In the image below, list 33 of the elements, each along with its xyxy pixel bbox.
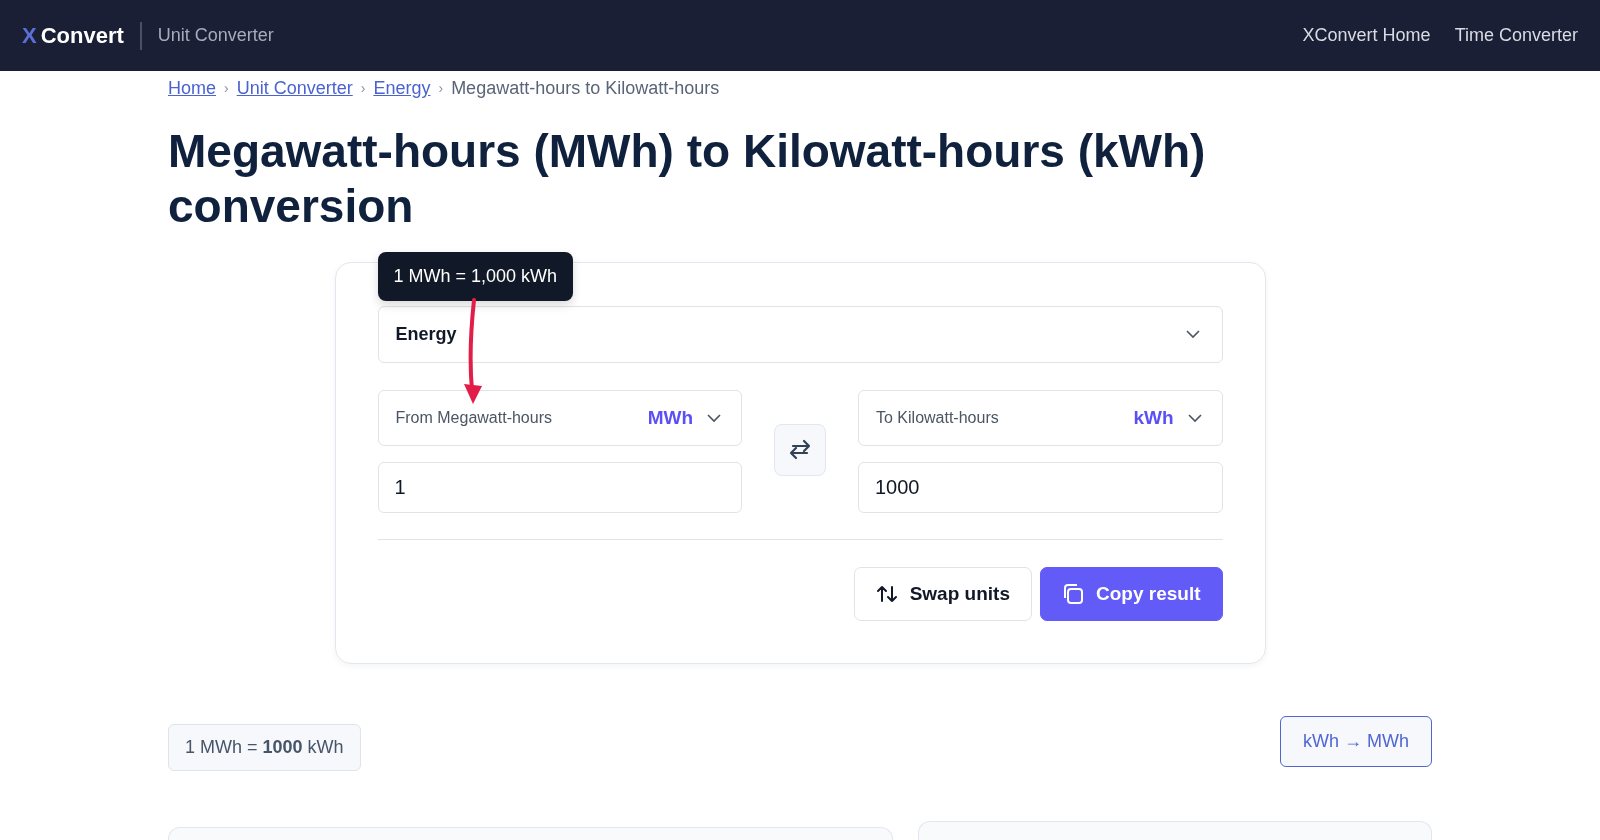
copy-icon <box>1061 583 1084 606</box>
sort-arrows-icon <box>875 584 898 605</box>
category-value: Energy <box>395 323 457 347</box>
breadcrumb-separator: › <box>224 79 229 98</box>
from-unit-select[interactable]: From Megawatt-hours MWh <box>377 390 742 447</box>
chevron-down-icon <box>707 413 721 423</box>
brand-logo[interactable]: X Convert <box>22 19 124 52</box>
swap-units-button[interactable]: Swap units <box>853 567 1032 622</box>
page-title: Megawatt-hours (MWh) to Kilowatt-hours (kWh) conversion <box>168 124 1207 235</box>
unit-symbol: MWh <box>647 406 693 431</box>
nav-link[interactable]: Time Converter <box>1454 22 1578 49</box>
unit-label: From Megawatt-hours <box>395 408 553 429</box>
nav-link[interactable]: XConvert Home <box>1302 22 1431 49</box>
breadcrumb-current: Megawatt-hours to Kilowatt-hours <box>451 77 720 100</box>
breadcrumb-separator: › <box>360 79 366 98</box>
chevron-down-icon <box>1185 330 1200 340</box>
copy-button[interactable]: Copy result <box>1039 567 1223 622</box>
breadcrumb-link[interactable]: Home <box>168 75 216 102</box>
swap-button[interactable] <box>774 424 826 477</box>
from-value-input[interactable]: 1 <box>377 462 742 514</box>
category-select[interactable]: Energy <box>377 306 1223 364</box>
tooltip: 1 MWh = 1,000 kWh <box>377 252 574 302</box>
chevron-down-icon <box>1187 413 1202 423</box>
unit-label: To Kilowatt-hours <box>876 408 1000 429</box>
breadcrumb-link[interactable]: Unit Converter <box>236 75 353 102</box>
unit-symbol: kWh <box>1133 406 1174 431</box>
breadcrumb-separator: › <box>438 79 444 98</box>
breadcrumb-link[interactable]: Energy <box>373 75 431 102</box>
result-summary: 1 MWh = 1000 kWh <box>168 724 361 772</box>
to-unit-select[interactable]: To Kilowatt-hours kWh <box>858 390 1223 447</box>
to-value-input[interactable]: 1000 <box>858 462 1223 514</box>
reverse-conversion-link[interactable]: kWh → MWh <box>1280 716 1432 768</box>
section-title: Unit Converter <box>157 24 274 47</box>
